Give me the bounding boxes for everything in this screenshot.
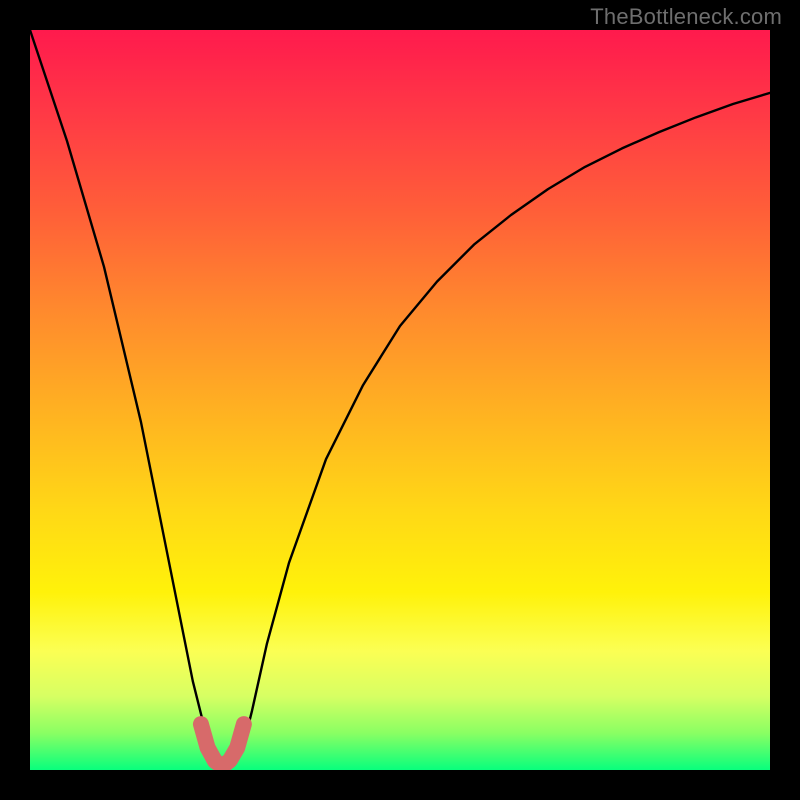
target-zone-marker [201, 724, 244, 766]
bottleneck-curve [30, 30, 770, 766]
plot-area [30, 30, 770, 770]
chart-frame: TheBottleneck.com [0, 0, 800, 800]
watermark-text: TheBottleneck.com [590, 4, 782, 30]
curve-svg [30, 30, 770, 770]
